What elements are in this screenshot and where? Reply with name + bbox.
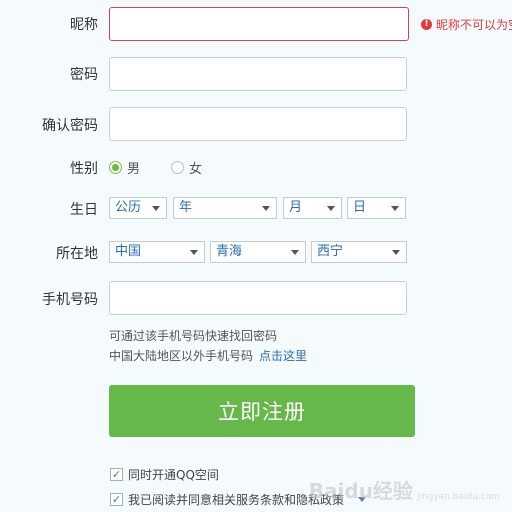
caret-down-icon xyxy=(391,206,399,211)
location-province-select[interactable]: 青海 xyxy=(210,241,306,263)
location-city-select[interactable]: 西宁 xyxy=(311,241,407,263)
radio-unselected-icon xyxy=(171,161,184,174)
phone-tip-line2: 中国大陆地区以外手机号码 点击这里 xyxy=(109,347,307,364)
phone-field[interactable] xyxy=(109,281,407,315)
password-input[interactable] xyxy=(110,58,406,90)
location-province-value: 青海 xyxy=(216,244,243,259)
caret-down-icon xyxy=(392,250,400,255)
birthday-calendar-value: 公历 xyxy=(115,200,142,215)
location-city-value: 西宁 xyxy=(317,244,344,259)
gender-female-label: 女 xyxy=(189,162,203,177)
checkmark-icon: ✓ xyxy=(110,468,123,481)
caret-down-icon xyxy=(291,250,299,255)
checkmark-icon: ✓ xyxy=(110,493,123,506)
nickname-input[interactable] xyxy=(110,8,408,40)
birthday-calendar-select[interactable]: 公历 xyxy=(109,197,167,219)
caret-down-icon xyxy=(262,206,270,211)
watermark-text: Baidu经验 xyxy=(308,479,413,503)
location-country-select[interactable]: 中国 xyxy=(109,241,205,263)
qzone-checkbox-label: 同时开通QQ空间 xyxy=(128,468,219,482)
birthday-month-value: 月 xyxy=(289,200,303,215)
error-icon: ! xyxy=(421,19,432,30)
register-button[interactable]: 立即注册 xyxy=(109,385,415,437)
password-label: 密码 xyxy=(70,67,98,83)
confirm-password-label: 确认密码 xyxy=(42,118,98,134)
caret-down-icon xyxy=(190,250,198,255)
birthday-day-select[interactable]: 日 xyxy=(347,197,406,219)
watermark-sub: jingyan.baidu.com xyxy=(416,492,500,502)
phone-tip-link[interactable]: 点击这里 xyxy=(259,349,307,363)
qzone-checkbox[interactable]: ✓ 同时开通QQ空间 xyxy=(110,466,219,483)
watermark: Baidu经验 jingyan.baidu.com xyxy=(309,475,500,504)
nickname-label: 昵称 xyxy=(70,17,98,33)
gender-male-label: 男 xyxy=(127,162,141,177)
gender-label: 性别 xyxy=(70,161,98,177)
phone-label: 手机号码 xyxy=(42,292,98,308)
password-field[interactable] xyxy=(109,57,407,91)
nickname-field[interactable] xyxy=(109,7,409,41)
confirm-password-input[interactable] xyxy=(110,108,406,140)
birthday-year-select[interactable]: 年 xyxy=(173,197,277,219)
phone-tip-text: 中国大陆地区以外手机号码 xyxy=(109,349,254,363)
confirm-password-field[interactable] xyxy=(109,107,407,141)
birthday-day-value: 日 xyxy=(353,200,367,215)
gender-male-radio[interactable]: 男 xyxy=(109,158,140,177)
phone-input[interactable] xyxy=(110,282,406,314)
radio-selected-icon xyxy=(109,161,122,174)
birthday-month-select[interactable]: 月 xyxy=(283,197,342,219)
location-country-value: 中国 xyxy=(115,244,142,259)
phone-tip-line1: 可通过该手机号码快速找回密码 xyxy=(109,329,278,343)
birthday-label: 生日 xyxy=(70,202,98,218)
birthday-year-value: 年 xyxy=(179,200,193,215)
nickname-error-text: 昵称不可以为空 xyxy=(436,18,512,32)
gender-female-radio[interactable]: 女 xyxy=(171,158,202,177)
location-label: 所在地 xyxy=(56,246,98,262)
caret-down-icon xyxy=(327,206,335,211)
nickname-error: ! 昵称不可以为空 xyxy=(421,16,512,33)
caret-down-icon xyxy=(152,206,160,211)
